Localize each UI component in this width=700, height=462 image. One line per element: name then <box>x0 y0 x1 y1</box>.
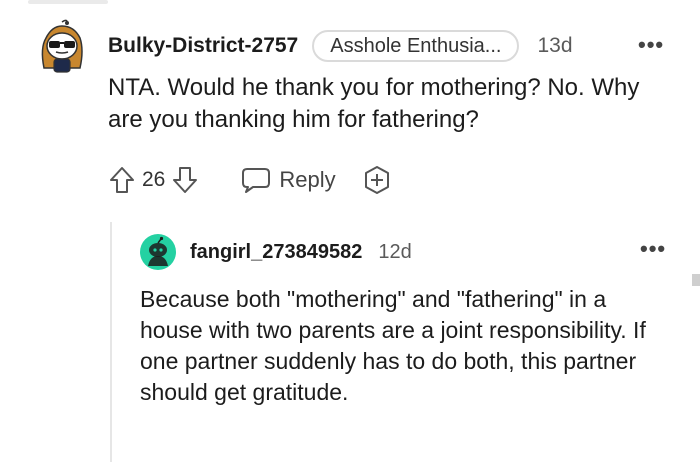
reply-button[interactable]: Reply <box>241 166 336 194</box>
comment-header: fangirl_273849582 12d <box>190 238 412 266</box>
avatar[interactable] <box>140 234 176 270</box>
avatar[interactable] <box>38 18 86 74</box>
divider <box>28 0 108 4</box>
comment-thread: Bulky-District-2757 Asshole Enthusia... … <box>0 0 700 462</box>
thread-line[interactable] <box>110 222 112 462</box>
reply-label: Reply <box>279 167 336 192</box>
username[interactable]: Bulky-District-2757 <box>108 34 298 58</box>
snoo-avatar-icon <box>41 19 83 73</box>
comment-body: NTA. Would he thank you for mothering? N… <box>108 74 640 133</box>
upvote-icon[interactable] <box>108 165 136 195</box>
more-options-icon[interactable]: ••• <box>640 238 666 260</box>
vote-count: 26 <box>142 168 166 191</box>
chat-bubble-icon <box>241 166 271 194</box>
award-plus-icon[interactable] <box>362 165 392 195</box>
comment-actions: 26 Reply <box>108 160 392 200</box>
timestamp[interactable]: 12d <box>378 241 411 264</box>
user-flair: Asshole Enthusia... <box>312 30 520 62</box>
more-options-icon[interactable]: ••• <box>638 34 664 56</box>
timestamp[interactable]: 13d <box>537 34 572 58</box>
scrollbar[interactable] <box>692 274 700 286</box>
comment-body: Because both "mothering" and "fathering"… <box>140 286 646 405</box>
snoo-avatar-icon <box>140 234 176 270</box>
downvote-icon[interactable] <box>171 165 199 195</box>
comment-header: Bulky-District-2757 Asshole Enthusia... … <box>108 30 573 62</box>
username[interactable]: fangirl_273849582 <box>190 241 362 264</box>
